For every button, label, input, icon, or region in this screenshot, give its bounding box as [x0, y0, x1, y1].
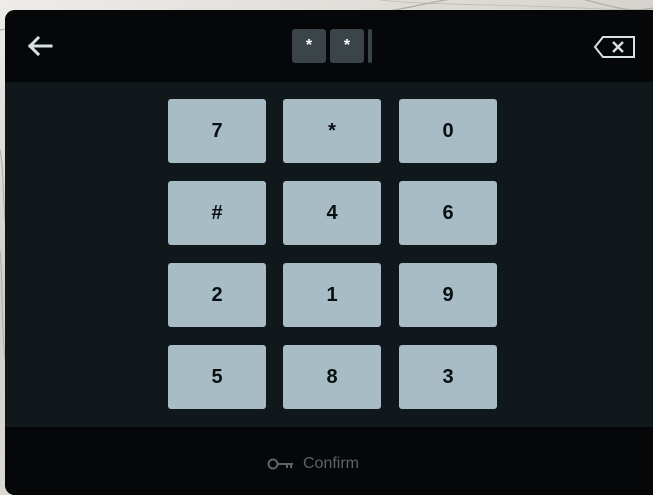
- arrow-left-icon: [27, 35, 53, 57]
- key-6[interactable]: 6: [399, 181, 497, 245]
- backspace-icon: [593, 36, 635, 58]
- key-1[interactable]: 1: [283, 263, 381, 327]
- confirm-button[interactable]: Confirm: [267, 453, 359, 475]
- key-2[interactable]: 2: [168, 263, 266, 327]
- confirm-label: Confirm: [303, 455, 360, 472]
- key-0[interactable]: 0: [399, 99, 497, 163]
- key-5[interactable]: 5: [168, 345, 266, 409]
- key-4[interactable]: 4: [283, 181, 381, 245]
- keypad: 7 * 0 # 4 6 2 1 9 5 8 3: [5, 82, 653, 427]
- keypad-panel: * * 7 * 0 # 4 6 2 1 9 5 8 3 Confirm: [5, 10, 653, 495]
- key-icon: [267, 458, 293, 470]
- key-hash[interactable]: #: [168, 181, 266, 245]
- masked-digit: *: [292, 29, 326, 63]
- key-3[interactable]: 3: [399, 345, 497, 409]
- back-button[interactable]: [25, 32, 57, 60]
- footer: Confirm: [5, 427, 653, 495]
- text-cursor: [368, 29, 372, 63]
- key-star[interactable]: *: [283, 99, 381, 163]
- entry-header: * *: [5, 10, 653, 82]
- key-8[interactable]: 8: [283, 345, 381, 409]
- masked-digit: *: [330, 29, 364, 63]
- code-entry-display: * *: [292, 29, 372, 63]
- key-7[interactable]: 7: [168, 99, 266, 163]
- backspace-button[interactable]: [593, 35, 637, 59]
- key-9[interactable]: 9: [399, 263, 497, 327]
